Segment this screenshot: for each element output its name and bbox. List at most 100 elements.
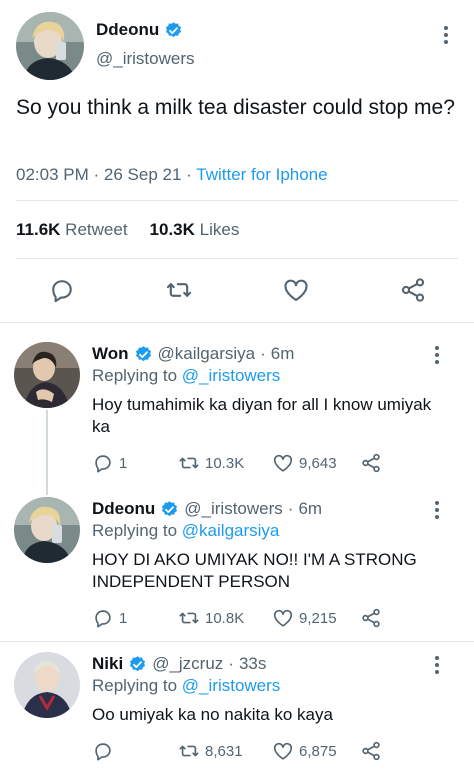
reply-handle[interactable]: @_jzcruz — [152, 654, 223, 674]
retweet-icon[interactable] — [178, 452, 200, 474]
reply-display-name[interactable]: Ddeonu — [92, 499, 155, 519]
reply-text: Oo umiyak ka no nakita ko kaya — [92, 705, 333, 724]
share-icon[interactable] — [360, 452, 382, 474]
reply-action[interactable]: 1 — [92, 607, 127, 629]
tweet-meta: 02:03 PM · 26 Sep 21 · Twitter for Iphon… — [16, 165, 328, 185]
more-icon[interactable] — [441, 26, 451, 44]
reply-display-name[interactable]: Niki — [92, 654, 123, 674]
replying-label: Replying to — [92, 676, 178, 695]
reply-action-bar: 1 10.3K 9,643 — [92, 452, 472, 474]
reply-icon[interactable] — [92, 452, 114, 474]
reply-time[interactable]: 6m — [298, 499, 322, 519]
retweet-count: 10.8K — [205, 609, 245, 627]
reply-handle[interactable]: @_iristowers — [184, 499, 283, 519]
retweet-action[interactable]: 10.3K — [178, 452, 244, 474]
tweet-stats: 11.6K Retweet 10.3K Likes — [16, 220, 239, 240]
retweet-count: 8,631 — [205, 742, 243, 760]
share-action[interactable] — [360, 607, 382, 629]
verified-badge-icon — [135, 345, 151, 361]
replying-label: Replying to — [92, 366, 178, 385]
share-icon[interactable] — [360, 740, 382, 762]
reply-count: 1 — [119, 609, 128, 627]
tweet-action-bar — [0, 276, 474, 304]
more-icon[interactable] — [432, 501, 442, 519]
verified-badge-icon — [162, 500, 178, 516]
reply-icon[interactable] — [92, 740, 114, 762]
retweet-count: 10.3K — [205, 454, 245, 472]
like-icon[interactable] — [282, 276, 310, 304]
meta-separator: · — [93, 165, 100, 184]
reply-tweet[interactable]: Niki @_jzcruz · 33s Replying to @_iristo… — [0, 650, 474, 771]
replying-to-handle[interactable]: @kailgarsiya — [182, 521, 280, 540]
reply-icon[interactable] — [92, 607, 114, 629]
reply-avatar[interactable] — [14, 342, 80, 408]
retweet-icon[interactable] — [165, 276, 193, 304]
like-action[interactable]: 6,875 — [272, 740, 337, 762]
retweet-icon[interactable] — [178, 740, 200, 762]
header-separator: · — [260, 344, 266, 363]
header-separator: · — [228, 654, 234, 673]
section-separator — [0, 641, 474, 642]
divider — [16, 258, 458, 259]
reply-display-name[interactable]: Won — [92, 344, 129, 364]
replying-label: Replying to — [92, 521, 178, 540]
tweet-client[interactable]: Twitter for Iphone — [196, 165, 327, 184]
divider — [16, 200, 458, 201]
more-icon[interactable] — [432, 656, 442, 674]
replying-to: Replying to @kailgarsiya — [92, 521, 279, 541]
tweet-date[interactable]: 26 Sep 21 — [104, 165, 182, 184]
tweet-time[interactable]: 02:03 PM — [16, 165, 89, 184]
like-icon[interactable] — [272, 740, 294, 762]
retweet-icon[interactable] — [178, 607, 200, 629]
reply-avatar[interactable] — [14, 497, 80, 563]
reply-count: 1 — [119, 454, 128, 472]
verified-badge-icon — [166, 21, 182, 37]
reply-text: Hoy tumahimik ka diyan for all I know um… — [92, 395, 432, 436]
reply-action[interactable]: 1 — [92, 452, 127, 474]
retweet-action[interactable]: 10.8K — [178, 607, 244, 629]
replying-to-handle[interactable]: @_iristowers — [182, 366, 281, 385]
meta-separator: · — [186, 165, 192, 184]
retweets-stat[interactable]: 11.6K Retweet — [16, 220, 128, 240]
header-separator: · — [287, 499, 294, 518]
author-display-name[interactable]: Ddeonu — [96, 20, 159, 40]
like-count: 9,215 — [299, 609, 337, 627]
like-action[interactable]: 9,215 — [272, 607, 337, 629]
retweet-action[interactable]: 8,631 — [178, 740, 243, 762]
reply-tweet[interactable]: Ddeonu @_iristowers · 6m Replying to @ka… — [0, 495, 474, 640]
reply-avatar[interactable] — [14, 652, 80, 718]
replying-to-handle[interactable]: @_iristowers — [182, 676, 281, 695]
reply-action-bar: 8,631 6,875 — [92, 740, 472, 762]
reply-text: HOY DI AKO UMIYAK NO!! I'M A STRONG INDE… — [92, 550, 417, 591]
like-count: 6,875 — [299, 742, 337, 760]
replying-to: Replying to @_iristowers — [92, 676, 280, 696]
verified-badge-icon — [130, 655, 146, 671]
reply-time[interactable]: 33s — [239, 654, 266, 674]
tweet-text: So you think a milk tea disaster could s… — [16, 96, 455, 119]
likes-stat[interactable]: 10.3K Likes — [150, 220, 240, 240]
reply-tweet[interactable]: Won @kailgarsiya · 6m Replying to @_iris… — [0, 340, 474, 485]
reply-header: Niki @_jzcruz · 33s — [92, 654, 266, 674]
main-tweet-avatar[interactable] — [16, 12, 84, 80]
reply-handle[interactable]: @kailgarsiya — [158, 344, 256, 364]
reply-action[interactable] — [92, 740, 119, 762]
reply-icon[interactable] — [48, 276, 76, 304]
replying-to: Replying to @_iristowers — [92, 366, 280, 386]
share-icon[interactable] — [360, 607, 382, 629]
more-icon[interactable] — [432, 346, 442, 364]
main-tweet: Ddeonu @_iristowers So you think a milk … — [0, 0, 474, 322]
share-icon[interactable] — [399, 276, 427, 304]
share-action[interactable] — [360, 452, 382, 474]
share-action[interactable] — [360, 740, 382, 762]
reply-time[interactable]: 6m — [271, 344, 295, 364]
reply-header: Ddeonu @_iristowers · 6m — [92, 499, 322, 519]
like-action[interactable]: 9,643 — [272, 452, 337, 474]
reply-action-bar: 1 10.8K 9,215 — [92, 607, 472, 629]
like-icon[interactable] — [272, 607, 294, 629]
section-separator — [0, 322, 474, 323]
main-tweet-author[interactable]: Ddeonu — [96, 20, 183, 40]
author-handle[interactable]: @_iristowers — [96, 49, 195, 69]
like-count: 9,643 — [299, 454, 337, 472]
like-icon[interactable] — [272, 452, 294, 474]
reply-header: Won @kailgarsiya · 6m — [92, 344, 294, 364]
